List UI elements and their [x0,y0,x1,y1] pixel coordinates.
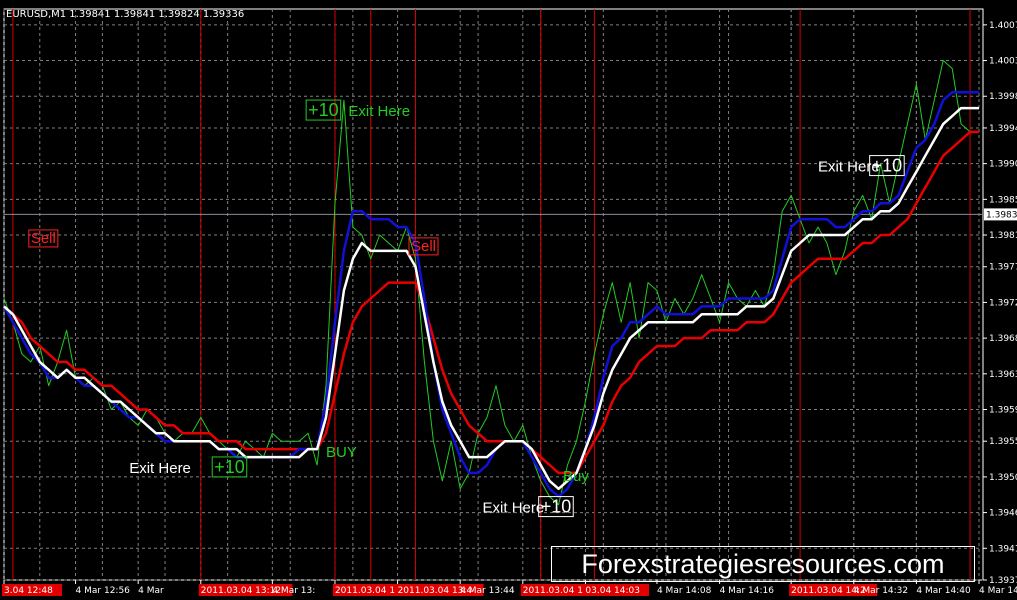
fast-ma-line [2,91,979,498]
y-tick-label: 1.39770 [989,263,1017,273]
y-tick-label: 1.39855 [989,195,1017,205]
current-price-label: 1.39836 [986,210,1017,220]
y-tick-label: 1.39725 [989,298,1017,308]
y-tick-label: 1.39415 [989,544,1017,554]
y-tick-label: 1.39945 [989,124,1017,134]
x-tick-label: 4 Mar 12:56 [76,586,131,596]
x-tick-label: 4 Mar 14:16 [720,586,775,596]
y-tick-label: 1.39375 [989,576,1017,586]
annotation-label: Buy [563,468,589,485]
annotation-label: Sell [411,238,436,255]
x-tick-label: 4 Mar 14:32 [854,586,908,596]
plot-frame [3,8,984,581]
x-tick-label: 2011.03.04 13:12 [201,586,281,596]
annotation-label: Exit Here [348,103,410,120]
annotation-label: Sell [31,230,56,247]
y-tick-label: 1.39985 [989,92,1017,102]
y-tick-label: 1.39635 [989,370,1017,380]
y-tick-label: 1.40075 [989,21,1017,31]
y-tick-label: 1.39460 [989,509,1017,519]
y-tick-label: 1.39810 [989,231,1017,241]
y-tick-label: 1.39590 [989,405,1017,415]
x-tick-label: 4 Mar [138,586,164,596]
x-tick-label: 4 Mar 13:44 [460,586,515,596]
x-tick-label: 4 Mar 14:08 [657,586,712,596]
annotation-label: +10 [308,100,339,120]
price-chart[interactable]: 1.40075 1.40030 1.39985 1.39945 1.39900 1.398… [0,0,1017,600]
annotation-label: +10 [214,457,245,477]
y-tick-label: 1.40030 [989,57,1017,67]
chart-window: EURUSD,M1 1.39841 1.39841 1.39824 1.3933… [0,0,1017,600]
annotation-label: Exit Here [818,159,880,176]
watermark-text: Forexstrategiesresources.com [551,546,975,582]
annotation-label: Exit Here [129,460,191,477]
annotation-label: +10 [541,497,572,517]
annotation-label: Exit Here [483,500,545,517]
price-line [3,60,979,506]
annotation-label: +10 [872,156,903,176]
y-tick-label: 1.39505 [989,473,1017,483]
x-tick-label: 4 Mar 14:40 [916,586,971,596]
x-tick-label: 3.04 12:48 [4,586,53,596]
x-tick-label: 03.04 14:03 [585,586,640,596]
annotation-label: BUY [326,444,357,461]
y-tick-label: 1.39680 [989,334,1017,344]
y-tick-label: 1.39900 [989,160,1017,170]
y-tick-label: 1.39550 [989,437,1017,447]
x-tick-label: 4 Mar 13: [272,586,315,596]
x-tick-label: 4 Mar 14:48 [979,586,1017,596]
